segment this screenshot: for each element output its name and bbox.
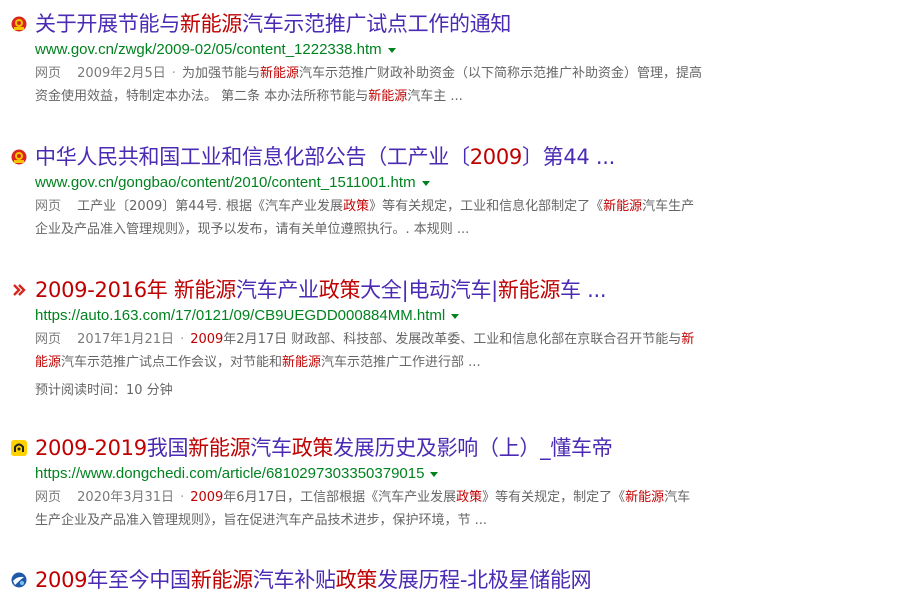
snippet-meta: 网页 [35,66,62,81]
separator-dot [61,66,77,81]
snippet-highlight: 2009 [190,490,224,505]
chevron-down-icon[interactable] [421,180,430,186]
globe-icon [11,572,27,588]
title-highlight: 新能源 [188,436,251,460]
snippet-highlight: 新能源 [259,66,299,81]
result-url-row: www.gov.cn/gongbao/content/2010/content_… [35,172,430,194]
snippet-meta: 网页 [35,490,62,505]
separator-dot [61,490,77,505]
title-text: 年至今中国 [87,568,191,592]
chevron-down-icon[interactable] [430,471,439,477]
snippet-text: 年2月17日 财政部、科技部、发展改革委、工业和信息化部在京联合召开节能与 [223,332,682,347]
snippet-meta: 2017年1月21日 [77,332,175,347]
snippet-text: 为加强节能与 [181,66,260,81]
title-highlight: 政策 [291,436,334,460]
snippet-meta: 2020年3月31日 [77,490,175,505]
snippet-highlight: 新能源 [603,199,643,214]
snippet-meta: 2009年2月5日 [77,66,166,81]
title-highlight: 新能源 [179,12,243,36]
snippet-text: 》等有关规定，工业和信息化部制定了《 [369,199,604,214]
title-highlight: 2009-2016年 [35,278,174,302]
result-title-row[interactable]: 中华人民共和国工业和信息化部公告（工产业〔2009〕第44 ... [0,142,900,172]
chevron-down-icon[interactable] [451,313,460,319]
separator-dot: · [171,66,176,81]
result-title-link[interactable]: 关于开展节能与新能源汽车示范推广试点工作的通知 [35,9,511,39]
chevron-down-icon[interactable] [387,47,396,53]
title-text: 中华人民共和国工业和信息化部公告（工产业〔 [35,145,470,169]
result-title-row[interactable]: 关于开展节能与新能源汽车示范推广试点工作的通知 [0,9,900,39]
title-text: 关于开展节能与 [35,12,180,36]
title-text: 汽车补贴 [252,568,336,592]
separator-dot: · [180,490,185,505]
title-text: 我国 [146,436,189,460]
title-text: 汽车 [250,436,292,460]
result-snippet: 网页 2009年2月5日 · 为加强节能与新能源汽车示范推广财政补助资金（以下简称示… [35,62,703,108]
title-text: 车 ... [560,278,607,302]
title-highlight: 新能源 [173,278,236,302]
title-text: 汽车产业 [235,278,319,302]
result-snippet: 网页 2020年3月31日 · 2009年6月17日，工信部根据《汽车产业发展政策》… [35,486,703,532]
reading-time: 预计阅读时间：10 分钟 [35,383,173,398]
snippet-text: 》等有关规定，制定了《 [482,490,626,505]
search-results: 关于开展节能与新能源汽车示范推广试点工作的通知 www.gov.cn/zwgk/… [0,0,900,600]
snippet-highlight: 新能源 [282,355,322,370]
result-url-row: https://www.dongchedi.com/article/681029… [35,463,439,485]
title-highlight: 2009 [469,145,523,169]
separator-dot [61,332,77,347]
snippet-highlight: 2009 [190,332,224,347]
result-title-row[interactable]: 2009-2016年 新能源汽车产业政策大全|电动汽车|新能源车 ... [0,275,900,305]
result-title-link[interactable]: 2009-2016年 新能源汽车产业政策大全|电动汽车|新能源车 ... [35,275,607,305]
title-text: 大全|电动汽车| [360,278,498,302]
snippet-text: 工产业〔2009〕第44号. 根据《汽车产业发展 [77,199,344,214]
title-highlight: 新能源 [190,568,253,592]
result-title-link[interactable]: 2009年至今中国新能源汽车补贴政策发展历程-北极星储能网 [35,565,592,595]
result-url[interactable]: www.gov.cn/zwgk/2009-02/05/content_12223… [35,41,382,58]
title-highlight: 2009 [35,568,88,592]
snippet-highlight: 政策 [456,490,483,505]
result-url-row: www.gov.cn/zwgk/2009-02/05/content_12223… [35,39,396,61]
title-highlight: 政策 [318,278,361,302]
title-text: 发展历程-北极星储能网 [377,568,592,592]
title-highlight: 新能源 [497,278,561,302]
result-title-link[interactable]: 2009-2019我国新能源汽车政策发展历史及影响（上）_懂车帝 [35,433,613,463]
netease-icon [11,282,27,298]
snippet-text: 汽车主 ... [407,89,463,104]
result-url[interactable]: https://auto.163.com/17/0121/09/CB9UEGDD… [35,307,445,324]
title-highlight: 2009-2019 [35,436,147,460]
dongchedi-icon [11,440,27,456]
result-snippet: 网页 工产业〔2009〕第44号. 根据《汽车产业发展政策》等有关规定，工业和信… [35,195,703,241]
gov-emblem-icon [11,16,27,32]
snippet-text: 汽车示范推广试点工作会议，对节能和 [61,355,283,370]
title-text: 汽车示范推广试点工作的通知 [242,12,512,36]
title-text: 〕第44 ... [521,145,615,169]
snippet-meta: 网页 [35,332,62,347]
gov-emblem-icon [11,149,27,165]
separator-dot: · [180,332,185,347]
result-url[interactable]: https://www.dongchedi.com/article/681029… [35,465,424,482]
result-title-row[interactable]: 2009年至今中国新能源汽车补贴政策发展历程-北极星储能网 [0,565,900,595]
result-title-link[interactable]: 中华人民共和国工业和信息化部公告（工产业〔2009〕第44 ... [35,142,615,172]
result-url-row: https://auto.163.com/17/0121/09/CB9UEGDD… [35,305,460,327]
snippet-text: 年6月17日，工信部根据《汽车产业发展 [223,490,457,505]
title-highlight: 政策 [335,568,378,592]
separator-dot [61,199,77,214]
result-snippet: 网页 2017年1月21日 · 2009年2月17日 财政部、科技部、发展改革委、工… [35,328,703,374]
snippet-highlight: 新能源 [368,89,408,104]
snippet-highlight: 新能源 [625,490,665,505]
title-text: 发展历史及影响（上）_懂车帝 [333,436,613,460]
snippet-highlight: 政策 [343,199,370,214]
result-url[interactable]: www.gov.cn/gongbao/content/2010/content_… [35,174,416,191]
result-title-row[interactable]: 2009-2019我国新能源汽车政策发展历史及影响（上）_懂车帝 [0,433,900,463]
snippet-meta: 网页 [35,199,62,214]
snippet-text: 汽车示范推广工作进行部 ... [321,355,481,370]
